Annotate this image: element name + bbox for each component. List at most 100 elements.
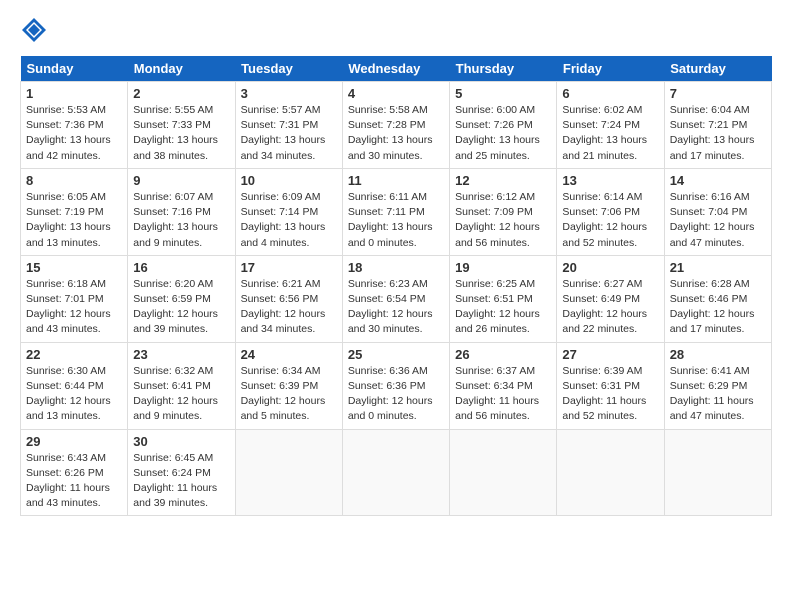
day-number: 14 [670,173,766,188]
calendar-cell: 12 Sunrise: 6:12 AM Sunset: 7:09 PM Dayli… [450,168,557,255]
col-header-monday: Monday [128,56,235,82]
calendar-cell [342,429,449,516]
day-number: 11 [348,173,444,188]
day-number: 29 [26,434,122,449]
calendar-cell: 23Sunrise: 6:32 AM Sunset: 6:41 PM Dayli… [128,342,235,429]
logo-icon [20,16,48,44]
day-number: 27 [562,347,658,362]
day-info: Sunrise: 5:58 AM Sunset: 7:28 PM Dayligh… [348,103,444,164]
day-number: 15 [26,260,122,275]
day-info: Sunrise: 6:21 AM Sunset: 6:56 PM Dayligh… [241,277,337,338]
calendar-cell: 28 Sunrise: 6:41 AM Sunset: 6:29 PM Dayli… [664,342,771,429]
calendar-cell [450,429,557,516]
day-number: 20 [562,260,658,275]
calendar-cell: 29 Sunrise: 6:43 AM Sunset: 6:26 PM Dayli… [21,429,128,516]
day-number: 4 [348,86,444,101]
day-number: 6 [562,86,658,101]
calendar-week-1: 8 Sunrise: 6:05 AM Sunset: 7:19 PM Daylig… [21,168,772,255]
calendar-cell: 7 Sunrise: 6:04 AM Sunset: 7:21 PM Daylig… [664,82,771,169]
calendar-cell: 17 Sunrise: 6:21 AM Sunset: 6:56 PM Dayli… [235,255,342,342]
day-number: 18 [348,260,444,275]
calendar-cell: 22Sunrise: 6:30 AM Sunset: 6:44 PM Dayli… [21,342,128,429]
calendar-header-row: SundayMondayTuesdayWednesdayThursdayFrid… [21,56,772,82]
logo [20,16,52,44]
day-number: 26 [455,347,551,362]
day-number: 8 [26,173,122,188]
day-info: Sunrise: 6:07 AM Sunset: 7:16 PM Dayligh… [133,190,229,251]
day-number: 2 [133,86,229,101]
day-info: Sunrise: 6:04 AM Sunset: 7:21 PM Dayligh… [670,103,766,164]
calendar-table: SundayMondayTuesdayWednesdayThursdayFrid… [20,56,772,516]
day-info: Sunrise: 6:00 AM Sunset: 7:26 PM Dayligh… [455,103,551,164]
calendar-cell: 20 Sunrise: 6:27 AM Sunset: 6:49 PM Dayli… [557,255,664,342]
day-info: Sunrise: 6:12 AM Sunset: 7:09 PM Dayligh… [455,190,551,251]
day-number: 3 [241,86,337,101]
day-info: Sunrise: 5:57 AM Sunset: 7:31 PM Dayligh… [241,103,337,164]
calendar-cell: 3 Sunrise: 5:57 AM Sunset: 7:31 PM Daylig… [235,82,342,169]
day-info: Sunrise: 6:43 AM Sunset: 6:26 PM Dayligh… [26,451,122,512]
day-info: Sunrise: 6:27 AM Sunset: 6:49 PM Dayligh… [562,277,658,338]
day-info: Sunrise: 6:09 AM Sunset: 7:14 PM Dayligh… [241,190,337,251]
day-info: Sunrise: 6:30 AM Sunset: 6:44 PM Dayligh… [26,364,122,425]
calendar-cell: 13 Sunrise: 6:14 AM Sunset: 7:06 PM Dayli… [557,168,664,255]
day-number: 16 [133,260,229,275]
day-info: Sunrise: 6:11 AM Sunset: 7:11 PM Dayligh… [348,190,444,251]
day-number: 17 [241,260,337,275]
day-info: Sunrise: 5:55 AM Sunset: 7:33 PM Dayligh… [133,103,229,164]
calendar-cell [664,429,771,516]
day-info: Sunrise: 6:14 AM Sunset: 7:06 PM Dayligh… [562,190,658,251]
day-info: Sunrise: 5:53 AM Sunset: 7:36 PM Dayligh… [26,103,122,164]
calendar-cell: 6 Sunrise: 6:02 AM Sunset: 7:24 PM Daylig… [557,82,664,169]
col-header-tuesday: Tuesday [235,56,342,82]
day-info: Sunrise: 6:23 AM Sunset: 6:54 PM Dayligh… [348,277,444,338]
day-number: 10 [241,173,337,188]
calendar-cell: 24 Sunrise: 6:34 AM Sunset: 6:39 PM Dayli… [235,342,342,429]
header [20,16,772,44]
calendar-cell: 9 Sunrise: 6:07 AM Sunset: 7:16 PM Daylig… [128,168,235,255]
day-info: Sunrise: 6:36 AM Sunset: 6:36 PM Dayligh… [348,364,444,425]
calendar-week-4: 29 Sunrise: 6:43 AM Sunset: 6:26 PM Dayli… [21,429,772,516]
calendar-cell: 10 Sunrise: 6:09 AM Sunset: 7:14 PM Dayli… [235,168,342,255]
day-number: 9 [133,173,229,188]
col-header-thursday: Thursday [450,56,557,82]
calendar-cell: 8 Sunrise: 6:05 AM Sunset: 7:19 PM Daylig… [21,168,128,255]
day-info: Sunrise: 6:39 AM Sunset: 6:31 PM Dayligh… [562,364,658,425]
calendar-cell [235,429,342,516]
day-number: 28 [670,347,766,362]
calendar-cell: 11 Sunrise: 6:11 AM Sunset: 7:11 PM Dayli… [342,168,449,255]
calendar-cell: 16 Sunrise: 6:20 AM Sunset: 6:59 PM Dayli… [128,255,235,342]
day-info: Sunrise: 6:20 AM Sunset: 6:59 PM Dayligh… [133,277,229,338]
calendar-week-3: 22Sunrise: 6:30 AM Sunset: 6:44 PM Dayli… [21,342,772,429]
calendar-cell: 14Sunrise: 6:16 AM Sunset: 7:04 PM Dayli… [664,168,771,255]
calendar-cell: 26 Sunrise: 6:37 AM Sunset: 6:34 PM Dayli… [450,342,557,429]
day-info: Sunrise: 6:02 AM Sunset: 7:24 PM Dayligh… [562,103,658,164]
day-number: 19 [455,260,551,275]
calendar-cell [557,429,664,516]
day-info: Sunrise: 6:18 AM Sunset: 7:01 PM Dayligh… [26,277,122,338]
col-header-sunday: Sunday [21,56,128,82]
day-info: Sunrise: 6:05 AM Sunset: 7:19 PM Dayligh… [26,190,122,251]
day-info: Sunrise: 6:34 AM Sunset: 6:39 PM Dayligh… [241,364,337,425]
calendar-cell: 30Sunrise: 6:45 AM Sunset: 6:24 PM Dayli… [128,429,235,516]
day-number: 1 [26,86,122,101]
day-number: 7 [670,86,766,101]
calendar-cell: 18 Sunrise: 6:23 AM Sunset: 6:54 PM Dayli… [342,255,449,342]
col-header-wednesday: Wednesday [342,56,449,82]
day-number: 12 [455,173,551,188]
calendar-cell: 4 Sunrise: 5:58 AM Sunset: 7:28 PM Daylig… [342,82,449,169]
day-number: 13 [562,173,658,188]
calendar-cell: 15 Sunrise: 6:18 AM Sunset: 7:01 PM Dayli… [21,255,128,342]
day-info: Sunrise: 6:37 AM Sunset: 6:34 PM Dayligh… [455,364,551,425]
calendar-cell: 21 Sunrise: 6:28 AM Sunset: 6:46 PM Dayli… [664,255,771,342]
day-info: Sunrise: 6:32 AM Sunset: 6:41 PM Dayligh… [133,364,229,425]
day-number: 21 [670,260,766,275]
day-info: Sunrise: 6:28 AM Sunset: 6:46 PM Dayligh… [670,277,766,338]
day-number: 24 [241,347,337,362]
calendar-week-0: 1 Sunrise: 5:53 AM Sunset: 7:36 PM Daylig… [21,82,772,169]
calendar-cell: 27 Sunrise: 6:39 AM Sunset: 6:31 PM Dayli… [557,342,664,429]
calendar-cell: 1 Sunrise: 5:53 AM Sunset: 7:36 PM Daylig… [21,82,128,169]
day-info: Sunrise: 6:41 AM Sunset: 6:29 PM Dayligh… [670,364,766,425]
col-header-friday: Friday [557,56,664,82]
day-number: 25 [348,347,444,362]
day-number: 30 [133,434,229,449]
